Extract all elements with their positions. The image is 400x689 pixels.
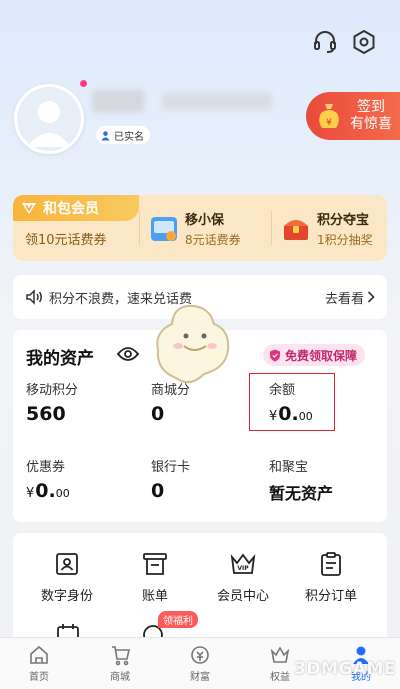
v-badge-icon <box>21 201 37 215</box>
nav-label: 商城 <box>110 672 130 683</box>
asset-value: ¥0.00 <box>26 480 70 502</box>
insurance-icon <box>149 214 179 244</box>
settings-icon[interactable] <box>350 28 378 56</box>
service-points-orders[interactable]: 积分订单 <box>291 551 371 604</box>
member-item-title: 移小保 <box>185 213 225 228</box>
asset-value: 0 <box>151 480 165 502</box>
home-icon <box>28 644 50 666</box>
member-title: 和包会员 <box>43 201 99 217</box>
member-item-desc: 1积分抽奖 <box>317 233 373 247</box>
nav-label: 财富 <box>190 672 210 683</box>
amount-dec: 00 <box>55 487 70 500</box>
vip-crown-icon: VIP <box>230 551 256 577</box>
signin-button[interactable]: ¥ 签到 有惊喜 <box>306 92 400 140</box>
masked-phone <box>162 93 272 110</box>
signin-line2: 有惊喜 <box>350 116 392 132</box>
service-bill[interactable]: 账单 <box>115 551 195 604</box>
currency-symbol: ¥ <box>26 486 35 501</box>
assets-title: 我的资产 <box>26 349 94 369</box>
member-item-desc: 8元话费券 <box>185 233 241 247</box>
svg-text:¥: ¥ <box>326 118 332 128</box>
nav-wealth[interactable]: 财富 <box>172 644 228 683</box>
svg-text:VIP: VIP <box>237 565 249 572</box>
asset-value: 560 <box>26 403 66 425</box>
member-item-treasure[interactable]: 积分夺宝 1积分抽奖 <box>281 209 373 248</box>
eye-icon[interactable] <box>116 346 140 366</box>
asset-label: 移动积分 <box>26 383 79 398</box>
bill-icon <box>142 551 168 577</box>
asset-cell-bank-cards[interactable]: 银行卡 0 <box>151 456 190 502</box>
member-card[interactable]: 和包会员 领10元话费券 移小保 8元话费券 积分夺宝 1积分抽奖 <box>13 195 387 261</box>
balance-highlight-box <box>249 373 335 431</box>
service-digital-id[interactable]: 数字身份 <box>27 551 107 604</box>
asset-cell-points[interactable]: 移动积分 560 <box>26 379 78 425</box>
shield-icon <box>269 349 281 362</box>
rights-icon <box>269 644 291 666</box>
amount-int: 0. <box>35 480 56 502</box>
nav-home[interactable]: 首页 <box>11 644 67 683</box>
service-badge: 领福利 <box>158 611 198 628</box>
realname-label: 已实名 <box>114 131 144 143</box>
notification-dot <box>80 80 87 87</box>
asset-cell-coupons[interactable]: 优惠券 ¥0.00 <box>26 456 70 502</box>
nav-mall[interactable]: 商城 <box>92 644 148 683</box>
member-subtitle: 领10元话费券 <box>25 233 107 248</box>
mall-icon <box>109 644 131 666</box>
watermark: 3DMGAME <box>294 659 396 679</box>
member-item-title: 积分夺宝 <box>317 213 370 228</box>
asset-cell-hejubao[interactable]: 和聚宝 暂无资产 <box>269 456 333 504</box>
order-icon <box>318 551 344 577</box>
service-label: 数字身份 <box>40 589 93 604</box>
notice-action: 去看看 <box>324 291 364 307</box>
service-label: 会员中心 <box>216 589 269 604</box>
divider <box>271 211 272 245</box>
notice-go-link[interactable]: 去看看 <box>325 288 375 307</box>
asset-value: 暂无资产 <box>269 484 334 503</box>
wealth-icon <box>189 644 211 666</box>
masked-username <box>92 90 144 112</box>
protect-button[interactable]: 免费领取保障 <box>263 344 366 366</box>
asset-label: 优惠券 <box>26 460 66 475</box>
asset-value: 0 <box>151 403 165 425</box>
divider <box>139 211 140 245</box>
nav-label: 首页 <box>29 672 49 683</box>
asset-label: 和聚宝 <box>269 460 309 475</box>
service-label: 积分订单 <box>304 589 357 604</box>
member-tag: 和包会员 <box>13 195 139 221</box>
protect-label: 免费领取保障 <box>285 348 358 363</box>
mascot-illustration <box>144 296 244 396</box>
service-member-center[interactable]: VIP 会员中心 <box>203 551 283 604</box>
customer-service-icon[interactable] <box>311 28 339 56</box>
service-label: 账单 <box>141 589 168 604</box>
avatar[interactable] <box>14 84 84 154</box>
treasure-chest-icon <box>281 214 311 244</box>
chevron-right-icon <box>367 291 375 303</box>
signin-line1: 签到 <box>357 99 385 115</box>
asset-label: 银行卡 <box>151 460 191 475</box>
id-card-icon <box>54 551 80 577</box>
person-icon <box>100 130 111 141</box>
member-item-insurance[interactable]: 移小保 8元话费券 <box>149 209 241 248</box>
speaker-icon <box>25 289 43 305</box>
money-bag-icon: ¥ <box>316 101 342 131</box>
realname-badge: 已实名 <box>96 126 150 144</box>
